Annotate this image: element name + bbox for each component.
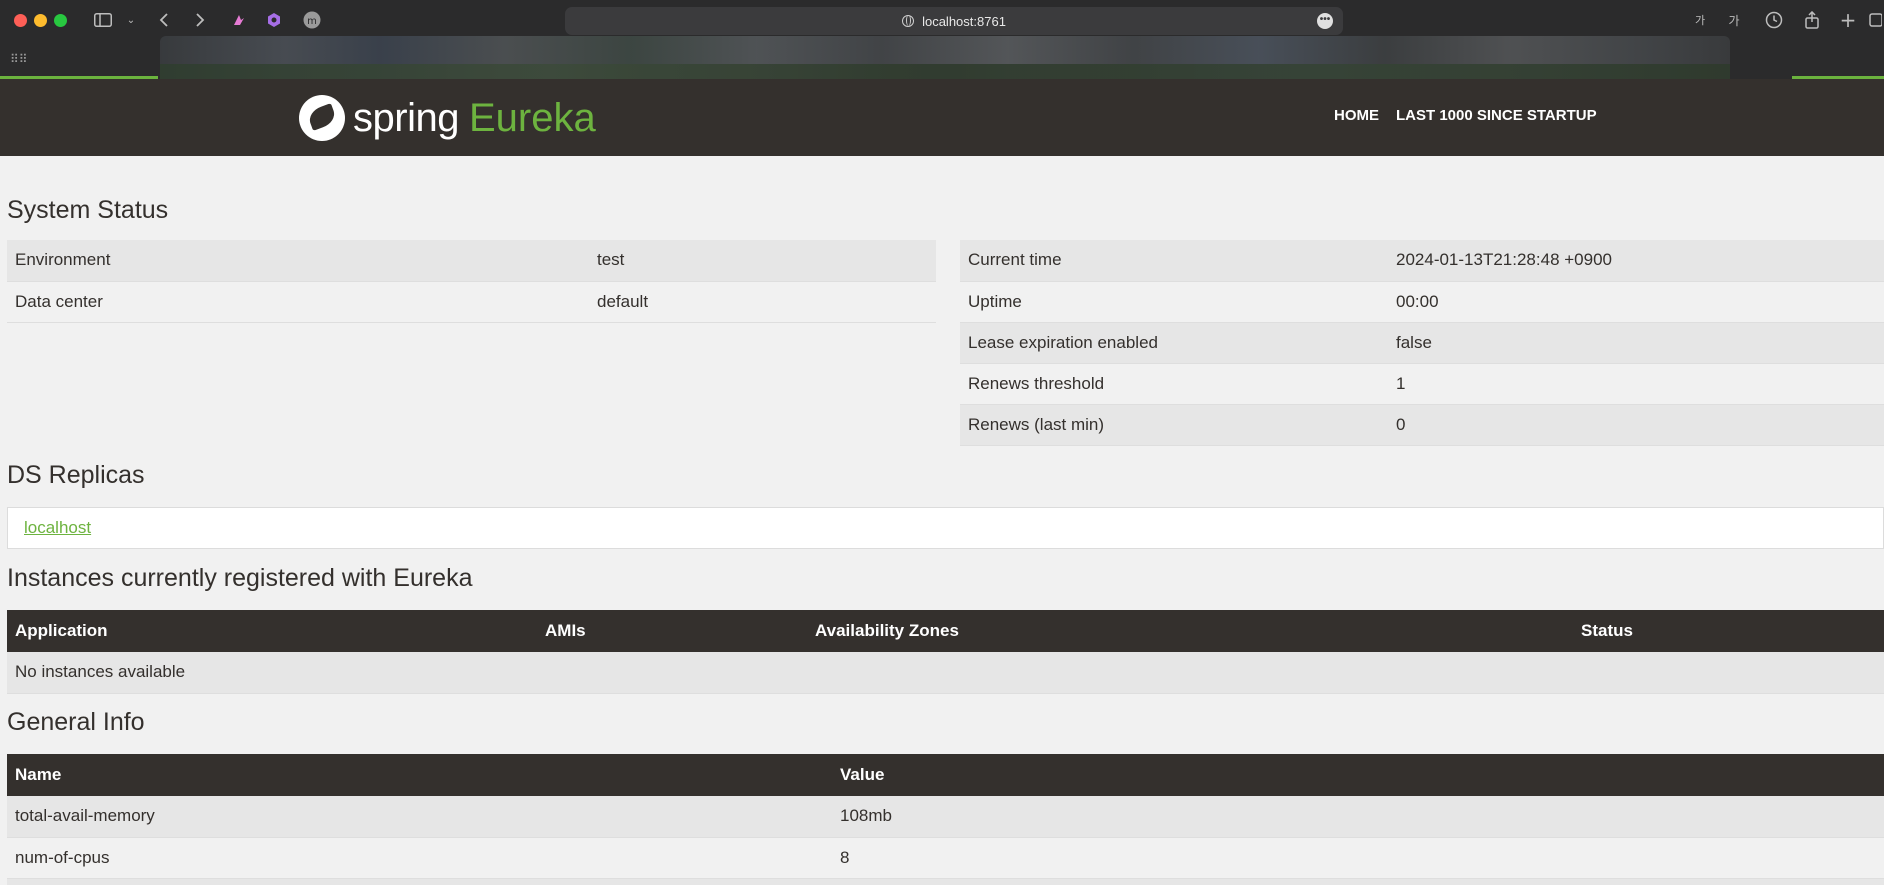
profile-avatar-icon[interactable]: m xyxy=(302,9,322,31)
status-label: Uptime xyxy=(960,281,1388,323)
instances-table: Application AMIs Availability Zones Stat… xyxy=(7,610,1884,694)
table-row: Uptime 00:00 xyxy=(960,281,1884,323)
no-instances-message: No instances available xyxy=(7,652,1884,694)
status-label: Data center xyxy=(7,281,589,323)
system-status-right-table: Current time 2024-01-13T21:28:48 +0900 U… xyxy=(960,240,1884,446)
table-header-row: Name Value xyxy=(7,754,1884,796)
new-tab-plus-icon[interactable]: + xyxy=(1838,8,1858,32)
status-value: 1 xyxy=(1388,363,1884,405)
table-row: Lease expiration enabled false xyxy=(960,322,1884,364)
table-row: total-avail-memory 108mb xyxy=(7,796,1884,838)
column-header-application[interactable]: Application xyxy=(7,610,537,652)
column-header-name[interactable]: Name xyxy=(7,754,832,796)
table-header-row: Application AMIs Availability Zones Stat… xyxy=(7,610,1884,652)
info-name xyxy=(7,878,832,885)
browser-chrome: ⌄ m localhost:8761 ••• 가 가 + ⠿⠿ xyxy=(0,0,1884,86)
status-value: 0 xyxy=(1388,404,1884,446)
spring-leaf-icon xyxy=(299,95,345,141)
tab-overview-icon[interactable] xyxy=(1868,9,1882,31)
spring-eureka-logo[interactable]: spring Eureka xyxy=(299,95,596,141)
status-value: 00:00 xyxy=(1388,281,1884,323)
translate-button[interactable]: 가 xyxy=(1692,9,1708,31)
info-name: num-of-cpus xyxy=(7,837,832,879)
extension-pink-icon[interactable] xyxy=(230,9,248,31)
nav-last-1000-link[interactable]: LAST 1000 SINCE STARTUP xyxy=(1396,107,1597,124)
status-label: Current time xyxy=(960,240,1388,282)
status-label: Environment xyxy=(7,240,589,282)
general-info-table: Name Value total-avail-memory 108mb num-… xyxy=(7,754,1884,885)
status-label: Renews threshold xyxy=(960,363,1388,405)
info-value xyxy=(832,878,1884,885)
zoom-window-button[interactable] xyxy=(54,14,67,27)
status-label: Lease expiration enabled xyxy=(960,322,1388,364)
table-row: Environment test xyxy=(7,240,936,282)
history-clock-icon[interactable] xyxy=(1764,9,1784,31)
ds-replicas-heading: DS Replicas xyxy=(7,461,145,489)
table-row: No instances available xyxy=(7,652,1884,694)
close-window-button[interactable] xyxy=(14,14,27,27)
browser-titlebar: ⌄ m localhost:8761 ••• 가 가 + xyxy=(0,0,1884,40)
table-row xyxy=(7,878,1884,885)
column-header-value[interactable]: Value xyxy=(832,754,1884,796)
status-value: false xyxy=(1388,322,1884,364)
ds-replicas-list: localhost xyxy=(7,507,1884,549)
nav-home-link[interactable]: HOME xyxy=(1334,107,1379,124)
forward-arrow-icon[interactable] xyxy=(192,9,208,31)
info-value: 108mb xyxy=(832,796,1884,838)
general-info-heading: General Info xyxy=(7,708,145,736)
eureka-navbar: spring Eureka HOME LAST 1000 SINCE START… xyxy=(0,79,1884,156)
instances-heading: Instances currently registered with Eure… xyxy=(7,564,473,592)
logo-eureka-text: Eureka xyxy=(468,95,596,140)
column-header-status[interactable]: Status xyxy=(1573,610,1884,652)
system-status-heading: System Status xyxy=(7,196,169,224)
sidebar-toggle-icon[interactable] xyxy=(92,9,114,31)
minimize-window-button[interactable] xyxy=(34,14,47,27)
status-value: default xyxy=(589,281,936,323)
reader-button[interactable]: 가 xyxy=(1726,9,1742,31)
info-value: 8 xyxy=(832,837,1884,879)
info-name: total-avail-memory xyxy=(7,796,832,838)
status-value: test xyxy=(589,240,936,282)
address-url: localhost:8761 xyxy=(922,13,1006,29)
column-header-availability-zones[interactable]: Availability Zones xyxy=(807,610,1573,652)
extension-hexagon-icon[interactable] xyxy=(265,9,283,31)
status-value: 2024-01-13T21:28:48 +0900 xyxy=(1388,240,1884,282)
chevron-down-icon[interactable]: ⌄ xyxy=(124,9,138,31)
more-options-icon[interactable]: ••• xyxy=(1317,13,1333,29)
column-header-amis[interactable]: AMIs xyxy=(537,610,807,652)
table-row: Renews (last min) 0 xyxy=(960,404,1884,446)
replica-localhost-link[interactable]: localhost xyxy=(24,518,91,538)
address-bar[interactable]: localhost:8761 ••• xyxy=(565,7,1343,35)
status-label: Renews (last min) xyxy=(960,404,1388,446)
system-status-left-table: Environment test Data center default xyxy=(7,240,936,323)
svg-text:m: m xyxy=(307,16,317,27)
table-row: Current time 2024-01-13T21:28:48 +0900 xyxy=(960,240,1884,282)
table-row: Data center default xyxy=(7,281,936,323)
favorites-grid-icon[interactable]: ⠿⠿ xyxy=(10,52,28,66)
table-row: Renews threshold 1 xyxy=(960,363,1884,405)
back-arrow-icon[interactable] xyxy=(156,9,172,31)
globe-icon xyxy=(902,15,915,27)
share-icon[interactable] xyxy=(1802,9,1822,31)
table-row: num-of-cpus 8 xyxy=(7,837,1884,879)
logo-spring-text: spring xyxy=(353,95,459,140)
